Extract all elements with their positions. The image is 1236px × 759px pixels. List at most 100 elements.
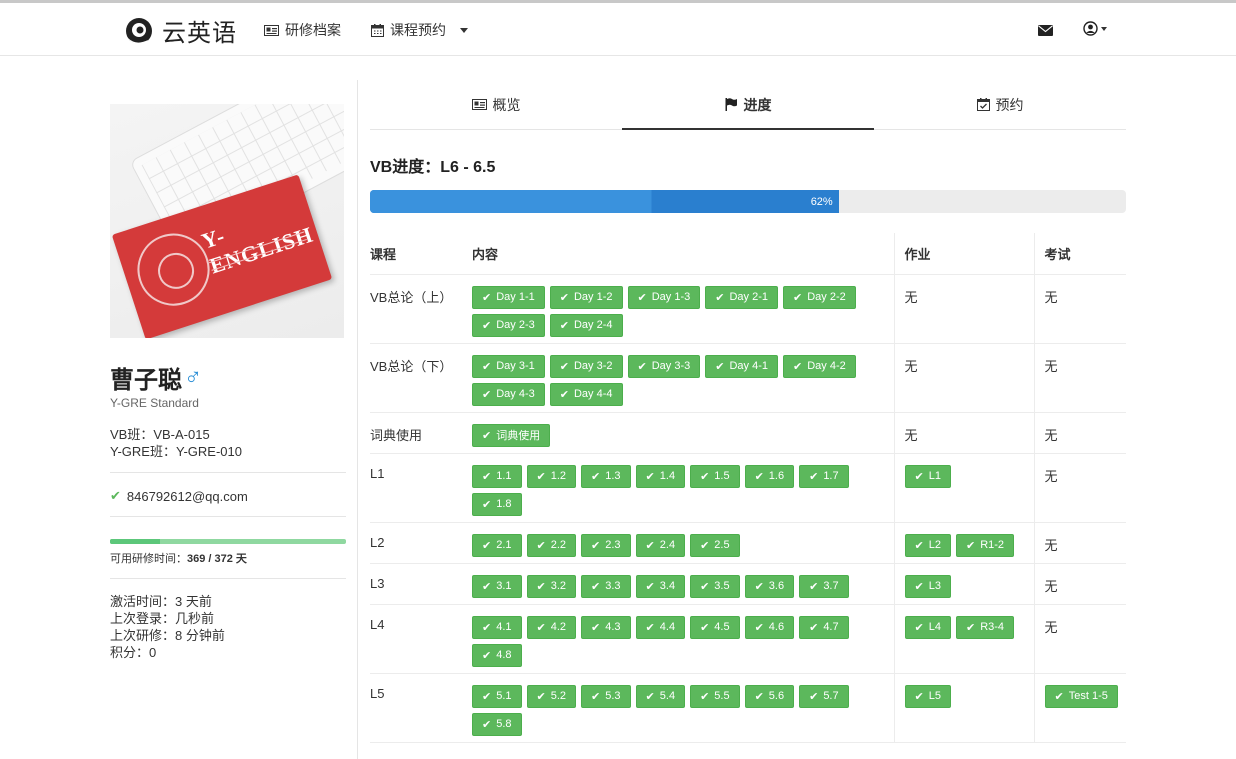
- lesson-tag-label: 1.5: [714, 470, 730, 482]
- chevron-down-icon: [460, 27, 468, 33]
- lesson-tag-label: 3.1: [496, 580, 512, 592]
- lesson-tag[interactable]: ✔ 5.1: [472, 684, 522, 708]
- lesson-tag[interactable]: ✔ 5.4: [635, 684, 686, 708]
- lesson-tag-label: 5.8: [496, 718, 512, 730]
- exam-tag[interactable]: ✔ Test 1-5: [1044, 684, 1118, 708]
- lesson-tag[interactable]: ✔ 词典使用: [472, 423, 551, 447]
- nav-records[interactable]: 研修档案: [264, 20, 341, 40]
- mail-button[interactable]: [1038, 24, 1053, 39]
- lesson-tag[interactable]: ✔ 5.2: [526, 684, 577, 708]
- lesson-tag[interactable]: ✔ 4.3: [581, 615, 631, 639]
- lesson-tag-label: 1.4: [659, 470, 676, 482]
- lesson-tag[interactable]: ✔ 5.6: [744, 684, 795, 708]
- lesson-tag[interactable]: ✔ 1.4: [635, 464, 686, 488]
- lesson-tag[interactable]: ✔ 4.2: [526, 615, 577, 639]
- lesson-tag-label: 3.5: [714, 580, 730, 592]
- lesson-tag[interactable]: ✔ 4.1: [472, 615, 522, 639]
- activated-time: 激活时间：3 天前: [110, 594, 212, 609]
- check-icon: ✔: [559, 319, 569, 332]
- lesson-tag[interactable]: ✔ 1.6: [744, 464, 795, 488]
- exam-cell: 无: [1034, 412, 1126, 454]
- exam-cell: ✔ Test 1-5: [1034, 673, 1126, 743]
- lesson-tag[interactable]: ✔ 3.6: [744, 574, 795, 598]
- homework-tag[interactable]: ✔ L2: [904, 533, 951, 557]
- lesson-tag[interactable]: ✔ 2.1: [472, 533, 522, 557]
- nav-booking-dropdown[interactable]: 课程预约: [371, 20, 468, 40]
- homework-tag[interactable]: ✔ L3: [904, 574, 951, 598]
- lesson-tag[interactable]: ✔ 2.3: [581, 533, 631, 557]
- lesson-tag[interactable]: ✔ 1.5: [690, 464, 740, 488]
- lesson-tag[interactable]: ✔ 4.8: [472, 643, 522, 667]
- lesson-tag[interactable]: ✔ 4.7: [799, 615, 849, 639]
- course-cell: L3: [370, 563, 464, 605]
- homework-tag[interactable]: ✔ R1-2: [955, 533, 1015, 557]
- lesson-tag[interactable]: ✔ 1.7: [799, 464, 849, 488]
- lesson-tag[interactable]: ✔ 5.3: [581, 684, 631, 708]
- check-icon: ✔: [536, 470, 546, 483]
- lesson-tag[interactable]: ✔ Day 1-2: [549, 285, 623, 309]
- last-login: 上次登录：几秒前: [110, 611, 215, 626]
- content-cell: ✔ Day 3-1 ✔ Day 3-2 ✔ Day 3-3 ✔ Day 4-1 ✔ Day 4-2…: [464, 343, 895, 413]
- lesson-tag[interactable]: ✔ Day 1-1: [472, 285, 545, 309]
- lesson-tag[interactable]: ✔ 1.3: [581, 464, 631, 488]
- lesson-tag-label: 3.6: [768, 580, 785, 592]
- study-time-value: 369 / 372 天: [187, 553, 247, 565]
- lesson-tag[interactable]: ✔ Day 3-2: [549, 354, 623, 378]
- lesson-tag[interactable]: ✔ 2.4: [635, 533, 686, 557]
- lesson-tag[interactable]: ✔ 3.1: [472, 574, 522, 598]
- lesson-tag[interactable]: ✔ 2.5: [690, 533, 740, 557]
- lesson-tag[interactable]: ✔ Day 3-1: [472, 354, 545, 378]
- lesson-tag-label: 3.2: [550, 580, 567, 592]
- homework-tag[interactable]: ✔ L1: [904, 464, 951, 488]
- lesson-tag[interactable]: ✔ Day 4-4: [549, 382, 623, 406]
- lesson-tag[interactable]: ✔ 5.8: [472, 712, 522, 736]
- lesson-tag[interactable]: ✔ 3.7: [799, 574, 849, 598]
- lesson-tag[interactable]: ✔ 4.6: [744, 615, 795, 639]
- lesson-tag[interactable]: ✔ Day 2-4: [549, 313, 623, 337]
- tab-progress[interactable]: 进度: [622, 80, 874, 130]
- homework-tag[interactable]: ✔ R3-4: [955, 615, 1015, 639]
- check-icon: ✔: [965, 539, 976, 552]
- lesson-tag[interactable]: ✔ Day 3-3: [627, 354, 701, 378]
- calendar-check-icon: [976, 98, 990, 111]
- brand[interactable]: 云英语: [124, 13, 237, 48]
- lesson-tag-label: Day 4-4: [573, 388, 613, 400]
- check-icon: ✔: [914, 621, 924, 634]
- homework-tag[interactable]: ✔ L5: [904, 684, 951, 708]
- lesson-tag[interactable]: ✔ Day 4-1: [705, 354, 778, 378]
- lesson-tag[interactable]: ✔ 5.7: [799, 684, 849, 708]
- content-cell: ✔ 5.1 ✔ 5.2 ✔ 5.3 ✔ 5.4 ✔ 5.5 ✔ 5.6 ✔ 5.7 ✔ 5.8: [464, 673, 895, 743]
- check-icon: ✔: [482, 291, 492, 304]
- homework-tag-label: L4: [928, 621, 941, 633]
- user-menu-dropdown[interactable]: [1083, 21, 1107, 36]
- lesson-tag[interactable]: ✔ Day 2-1: [705, 285, 778, 309]
- course-cell: L4: [370, 604, 464, 674]
- tab-booking[interactable]: 预约: [874, 80, 1126, 129]
- lesson-tag[interactable]: ✔ Day 2-2: [783, 285, 856, 309]
- lesson-tag[interactable]: ✔ 3.5: [690, 574, 740, 598]
- lesson-tag[interactable]: ✔ Day 2-3: [472, 313, 545, 337]
- progress-bar: 62%: [370, 190, 1126, 213]
- lesson-tag[interactable]: ✔ 4.5: [690, 615, 740, 639]
- check-icon: ✔: [559, 388, 569, 401]
- table-row: VB总论（上） ✔ Day 1-1 ✔ Day 1-2 ✔ Day 1-3 ✔ Day 2-1 ✔…: [370, 274, 1126, 344]
- lesson-tag[interactable]: ✔ 2.2: [526, 533, 577, 557]
- lesson-tag[interactable]: ✔ 5.5: [690, 684, 740, 708]
- lesson-tag[interactable]: ✔ 1.8: [472, 492, 522, 516]
- lesson-tag[interactable]: ✔ Day 4-2: [783, 354, 856, 378]
- tab-overview[interactable]: 概览: [370, 80, 622, 129]
- lesson-tag[interactable]: ✔ 1.2: [526, 464, 577, 488]
- lesson-tag[interactable]: ✔ 4.4: [635, 615, 686, 639]
- check-icon: ✔: [914, 580, 924, 593]
- lesson-tag[interactable]: ✔ 3.3: [581, 574, 631, 598]
- lesson-tag-label: Day 4-2: [807, 360, 846, 372]
- lesson-tag[interactable]: ✔ 3.4: [635, 574, 686, 598]
- check-icon: ✔: [754, 690, 764, 703]
- lesson-tag[interactable]: ✔ 3.2: [526, 574, 577, 598]
- lesson-tag[interactable]: ✔ 1.1: [472, 464, 522, 488]
- homework-tag[interactable]: ✔ L4: [904, 615, 951, 639]
- study-time-bar-fill: [110, 539, 160, 544]
- exam-cell: 无: [1034, 453, 1126, 523]
- lesson-tag[interactable]: ✔ Day 4-3: [472, 382, 545, 406]
- lesson-tag[interactable]: ✔ Day 1-3: [627, 285, 701, 309]
